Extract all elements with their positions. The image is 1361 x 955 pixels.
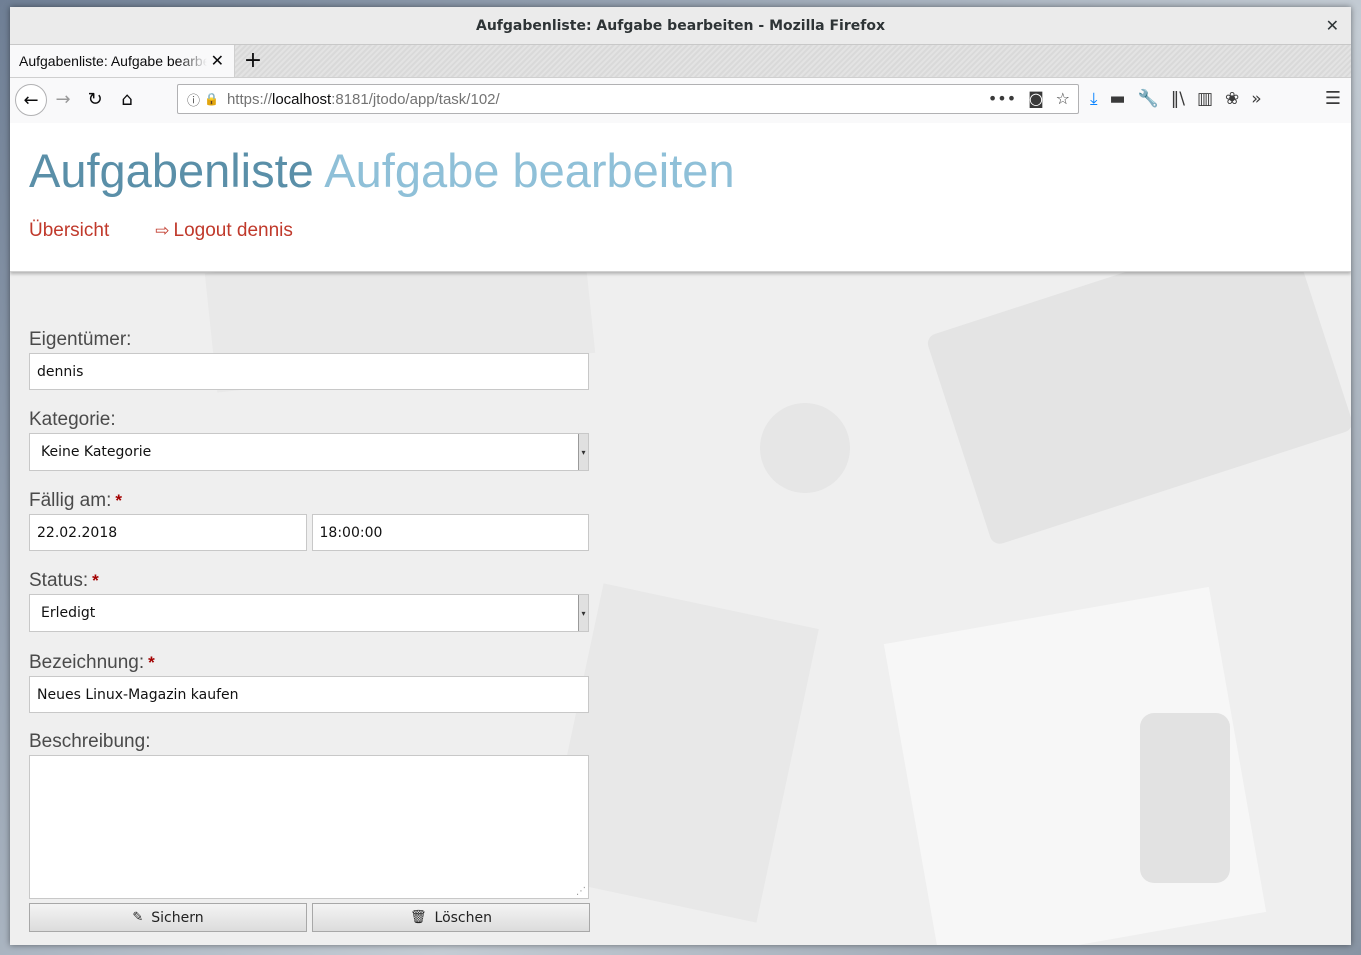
due-label: Fällig am: * bbox=[29, 490, 589, 514]
overflow-menu-icon[interactable]: » bbox=[1251, 89, 1261, 109]
sidebar-icon[interactable]: ▥ bbox=[1197, 89, 1213, 109]
due-date-input[interactable]: 22.02.2018 bbox=[29, 514, 307, 551]
status-label: Status: * bbox=[29, 570, 589, 594]
page-title: Aufgabe bearbeiten bbox=[324, 144, 735, 197]
resize-grip-icon[interactable]: ⋰ bbox=[576, 886, 586, 897]
library-icon[interactable]: ‖\ bbox=[1171, 89, 1185, 109]
owner-label: Eigentümer: bbox=[29, 329, 132, 350]
menu-logout-link[interactable]: ⇨ Logout dennis bbox=[155, 220, 293, 242]
reload-icon[interactable]: ↻ bbox=[83, 89, 107, 110]
toolbar-icons: ⤓ ▬ 🔧 ‖\ ▥ ❀ » bbox=[1090, 89, 1262, 109]
description-field: Beschreibung: ⋰ bbox=[29, 731, 589, 899]
due-field: Fällig am: * 22.02.2018 18:00:00 bbox=[29, 490, 589, 551]
delete-button[interactable]: 🗑 Löschen bbox=[312, 903, 590, 932]
url-actions: ••• ◙ ☆ bbox=[988, 89, 1070, 108]
url-path: :8181/jtodo/app/task/102/ bbox=[331, 90, 500, 108]
owner-input[interactable]: dennis bbox=[29, 353, 589, 390]
sync-device-icon[interactable]: ▬ bbox=[1110, 89, 1126, 109]
status-selected-value: Erledigt bbox=[41, 605, 96, 621]
window-titlebar: Aufgabenliste: Aufgabe bearbeiten - Mozi… bbox=[10, 7, 1351, 45]
browser-window: Aufgabenliste: Aufgabe bearbeiten - Mozi… bbox=[10, 7, 1351, 945]
lock-warning-icon[interactable]: 🔒 bbox=[204, 92, 219, 106]
background-decor bbox=[760, 403, 850, 493]
forward-icon[interactable]: → bbox=[51, 89, 75, 110]
wrench-icon[interactable]: 🔧 bbox=[1138, 89, 1159, 109]
due-time-input[interactable]: 18:00:00 bbox=[311, 514, 589, 551]
tab-bar: Aufgabenliste: Aufgabe bearbeiten ✕ + bbox=[10, 45, 1351, 78]
category-select[interactable]: Keine Kategorie ▾ bbox=[29, 433, 589, 471]
title-input[interactable]: Neues Linux-Magazin kaufen bbox=[29, 676, 589, 713]
category-label: Kategorie: bbox=[29, 409, 116, 430]
pencil-icon: ✎ bbox=[132, 910, 144, 925]
title-label-text: Bezeichnung: bbox=[29, 652, 145, 673]
tab-active[interactable]: Aufgabenliste: Aufgabe bearbeiten ✕ bbox=[10, 45, 235, 77]
trash-icon: 🗑 bbox=[410, 910, 427, 925]
app-title: Aufgabenliste bbox=[29, 144, 314, 197]
url-text: https://localhost:8181/jtodo/app/task/10… bbox=[227, 91, 500, 108]
title-field: Bezeichnung: * Neues Linux-Magazin kaufen bbox=[29, 652, 589, 713]
window-close-icon[interactable]: ✕ bbox=[1326, 16, 1339, 35]
required-marker: * bbox=[92, 571, 99, 590]
logout-icon: ⇨ bbox=[155, 221, 170, 240]
home-icon[interactable]: ⌂ bbox=[115, 89, 139, 110]
extension-icon[interactable]: ❀ bbox=[1225, 89, 1239, 109]
page-actions-icon[interactable]: ••• bbox=[988, 89, 1016, 108]
page-heading: Aufgabenliste Aufgabe bearbeiten bbox=[29, 143, 735, 198]
page-content: Aufgabenliste Aufgabe bearbeiten Übersic… bbox=[10, 123, 1351, 945]
chevron-down-icon[interactable]: ▾ bbox=[578, 595, 588, 631]
url-scheme: https:// bbox=[226, 90, 272, 108]
nav-bar: ← → ↻ ⌂ ⓘ 🔒 https://localhost:8181/jtodo… bbox=[10, 78, 1351, 125]
owner-field: Eigentümer: dennis bbox=[29, 329, 589, 390]
hamburger-menu-icon[interactable]: ☰ bbox=[1325, 88, 1341, 109]
main-menu: Übersicht ⇨ Logout dennis bbox=[29, 220, 293, 242]
chevron-down-icon[interactable]: ▾ bbox=[578, 434, 588, 470]
status-label-text: Status: bbox=[29, 570, 89, 591]
tab-close-icon[interactable]: ✕ bbox=[211, 51, 224, 70]
url-bar[interactable]: ⓘ 🔒 https://localhost:8181/jtodo/app/tas… bbox=[177, 84, 1079, 114]
page-header: Aufgabenliste Aufgabe bearbeiten Übersic… bbox=[10, 123, 1351, 272]
category-selected-value: Keine Kategorie bbox=[41, 444, 152, 460]
pocket-icon[interactable]: ◙ bbox=[1028, 89, 1044, 108]
status-select[interactable]: Erledigt ▾ bbox=[29, 594, 589, 632]
back-icon[interactable]: ← bbox=[15, 84, 47, 116]
download-icon[interactable]: ⤓ bbox=[1090, 89, 1098, 109]
tab-label: Aufgabenliste: Aufgabe bearbeiten bbox=[19, 53, 207, 69]
menu-overview-link[interactable]: Übersicht bbox=[29, 220, 109, 242]
bookmark-star-icon[interactable]: ☆ bbox=[1056, 89, 1070, 108]
save-label: Sichern bbox=[151, 909, 204, 926]
site-info-icon[interactable]: ⓘ bbox=[187, 90, 200, 109]
form-buttons: ✎ Sichern 🗑 Löschen bbox=[29, 903, 590, 932]
title-label: Bezeichnung: * bbox=[29, 652, 589, 676]
delete-label: Löschen bbox=[434, 909, 492, 926]
status-field: Status: * Erledigt ▾ bbox=[29, 570, 589, 632]
category-field: Kategorie: Keine Kategorie ▾ bbox=[29, 409, 589, 471]
window-title: Aufgabenliste: Aufgabe bearbeiten - Mozi… bbox=[475, 17, 885, 34]
due-label-text: Fällig am: bbox=[29, 490, 112, 511]
url-host: localhost bbox=[272, 90, 332, 108]
new-tab-icon[interactable]: + bbox=[241, 48, 265, 73]
required-marker: * bbox=[115, 491, 122, 510]
required-marker: * bbox=[148, 653, 155, 672]
logout-label: Logout dennis bbox=[173, 220, 293, 241]
description-label: Beschreibung: bbox=[29, 731, 151, 752]
due-datetime: 22.02.2018 18:00:00 bbox=[29, 514, 589, 551]
background-decor bbox=[1140, 713, 1230, 883]
save-button[interactable]: ✎ Sichern bbox=[29, 903, 307, 932]
description-textarea[interactable]: ⋰ bbox=[29, 755, 589, 899]
